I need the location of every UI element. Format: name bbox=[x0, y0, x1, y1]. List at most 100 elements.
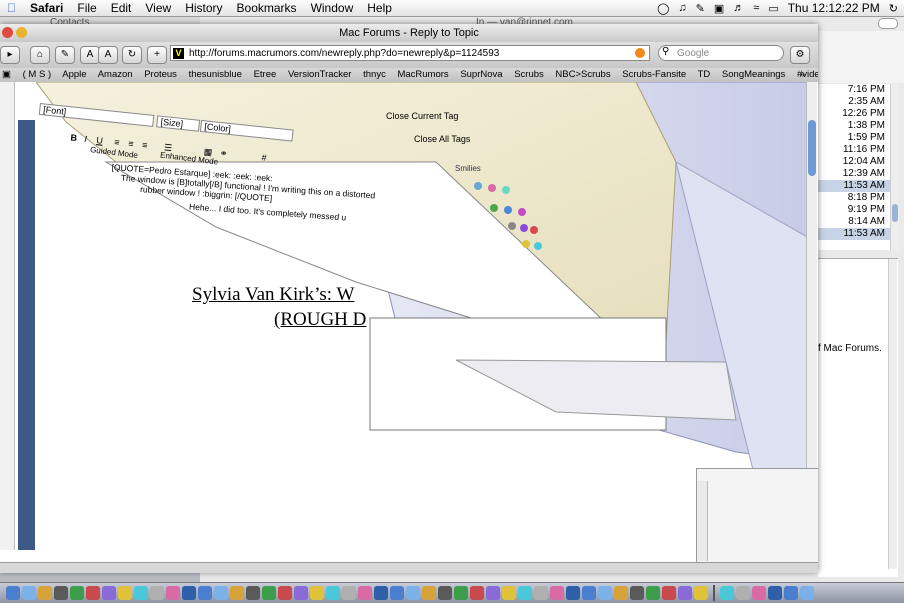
text-smaller-button[interactable]: A bbox=[80, 46, 100, 64]
dock-app-icon[interactable] bbox=[752, 586, 766, 600]
menu-view[interactable]: View bbox=[138, 1, 178, 15]
chat-icon[interactable]: ◯ bbox=[657, 2, 669, 15]
bookmark-item[interactable]: NBC>Scrubs bbox=[555, 69, 610, 80]
bookmark-item[interactable]: Amazon bbox=[98, 69, 133, 80]
bookmark-item[interactable]: SongMeanings bbox=[722, 69, 785, 80]
dock-app-icon[interactable] bbox=[214, 586, 228, 600]
dock-app-icon[interactable] bbox=[768, 586, 782, 600]
back-button[interactable]: ▸ bbox=[0, 46, 20, 64]
bookmark-item[interactable]: thnyc bbox=[363, 69, 386, 80]
menu-file[interactable]: File bbox=[70, 1, 103, 15]
align-left-icon[interactable]: ≡ bbox=[114, 137, 120, 147]
bookmark-item[interactable]: Apple bbox=[62, 69, 86, 80]
content-vertical-scrollbar[interactable] bbox=[806, 82, 817, 522]
bookmark-item[interactable]: SuprNova bbox=[460, 69, 502, 80]
bookmark-item[interactable]: thesunisblue bbox=[189, 69, 242, 80]
list-item[interactable]: 12:26 PM bbox=[813, 108, 899, 120]
bookmark-item[interactable]: ( M S ) bbox=[23, 69, 52, 80]
menu-safari[interactable]: Safari bbox=[23, 1, 70, 15]
volume-icon[interactable]: ♬ bbox=[733, 2, 744, 14]
bookmark-item[interactable]: Scrubs-Fansite bbox=[622, 69, 686, 80]
list-item[interactable]: 1:59 PM bbox=[813, 132, 899, 144]
dock-app-icon[interactable] bbox=[182, 586, 196, 600]
script-icon[interactable]: ✎ bbox=[696, 2, 705, 15]
headphones-icon[interactable]: ♫ bbox=[678, 2, 686, 14]
close-button[interactable] bbox=[2, 27, 13, 38]
dock-app-icon[interactable] bbox=[438, 586, 452, 600]
list-item[interactable]: 2:35 AM bbox=[813, 96, 899, 108]
bookmark-item[interactable]: TD bbox=[698, 69, 711, 80]
battery-icon[interactable]: ▭ bbox=[768, 2, 778, 15]
smiley-icon[interactable] bbox=[504, 206, 512, 214]
dock-app-icon[interactable] bbox=[358, 586, 372, 600]
mail-search-field[interactable] bbox=[878, 18, 898, 29]
dock-app-icon[interactable] bbox=[422, 586, 436, 600]
dock-app-icon[interactable] bbox=[310, 586, 324, 600]
dock-app-icon[interactable] bbox=[54, 586, 68, 600]
window-titlebar[interactable]: Mac Forums - Reply to Topic bbox=[0, 24, 818, 42]
dock-app-icon[interactable] bbox=[262, 586, 276, 600]
dock-app-icon[interactable] bbox=[326, 586, 340, 600]
dock-app-icon[interactable] bbox=[198, 586, 212, 600]
search-field[interactable]: Google bbox=[658, 45, 784, 61]
dock-app-icon[interactable] bbox=[374, 586, 388, 600]
underline-button[interactable]: U bbox=[96, 135, 104, 146]
bookmarks-icon[interactable]: ▣ bbox=[2, 69, 11, 80]
dock-app-icon[interactable] bbox=[662, 586, 676, 600]
list-item[interactable]: 12:04 AM bbox=[813, 156, 899, 168]
smilies-panel[interactable] bbox=[470, 182, 542, 252]
reload-button[interactable]: ↻ bbox=[122, 46, 142, 64]
menu-history[interactable]: History bbox=[178, 1, 229, 15]
smiley-icon[interactable] bbox=[518, 208, 526, 216]
menu-help[interactable]: Help bbox=[360, 1, 399, 15]
dock-app-icon[interactable] bbox=[582, 586, 596, 600]
dock-app-icon[interactable] bbox=[294, 586, 308, 600]
dock-app-icon[interactable] bbox=[486, 586, 500, 600]
apple-menu-icon[interactable]:  bbox=[0, 1, 23, 15]
menu-clock[interactable]: Thu 12:12:22 PM bbox=[788, 1, 880, 15]
close-all-tags-button[interactable]: Close All Tags bbox=[414, 134, 470, 144]
smiley-icon[interactable] bbox=[530, 226, 538, 234]
bold-button[interactable]: B bbox=[70, 132, 78, 143]
smiley-icon[interactable] bbox=[508, 222, 516, 230]
font-select[interactable]: [Font] bbox=[38, 103, 155, 127]
bookmark-item[interactable]: MacRumors bbox=[397, 69, 448, 80]
dock-app-icon[interactable] bbox=[38, 586, 52, 600]
close-current-tag-button[interactable]: Close Current Tag bbox=[386, 111, 458, 121]
dock-app-icon[interactable] bbox=[230, 586, 244, 600]
dock-app-icon[interactable] bbox=[86, 586, 100, 600]
menu-bookmarks[interactable]: Bookmarks bbox=[230, 1, 304, 15]
wifi-icon[interactable]: ≈ bbox=[753, 2, 759, 14]
bookmark-item[interactable]: Etree bbox=[254, 69, 277, 80]
align-center-icon[interactable]: ≡ bbox=[128, 138, 134, 148]
list-item[interactable]: 1:38 PM bbox=[813, 120, 899, 132]
bookmark-item[interactable]: VersionTracker bbox=[288, 69, 352, 80]
dock-app-icon[interactable] bbox=[454, 586, 468, 600]
dock-app-icon[interactable] bbox=[646, 586, 660, 600]
dock-app-icon[interactable] bbox=[614, 586, 628, 600]
link-icon[interactable]: ⚭ bbox=[219, 148, 228, 160]
dock-app-icon[interactable] bbox=[278, 586, 292, 600]
menu-window[interactable]: Window bbox=[304, 1, 361, 15]
smiley-icon[interactable] bbox=[474, 182, 482, 190]
dock-app-icon[interactable] bbox=[246, 586, 260, 600]
preview-scrollbar[interactable] bbox=[888, 259, 897, 569]
menu-edit[interactable]: Edit bbox=[104, 1, 139, 15]
fragment-scrollbar[interactable] bbox=[697, 481, 708, 561]
dock-app-icon[interactable] bbox=[720, 586, 734, 600]
dock-app-icon[interactable] bbox=[678, 586, 692, 600]
dock-app-icon[interactable] bbox=[630, 586, 644, 600]
text-larger-button[interactable]: A bbox=[98, 46, 118, 64]
dock-app-icon[interactable] bbox=[22, 586, 36, 600]
dock-app-icon[interactable] bbox=[736, 586, 750, 600]
message-list[interactable]: 7:16 PM 2:35 AM 12:26 PM 1:38 PM 1:59 PM… bbox=[812, 84, 899, 250]
dock-app-icon[interactable] bbox=[150, 586, 164, 600]
smiley-icon[interactable] bbox=[488, 184, 496, 192]
bug-icon[interactable]: ⚙ bbox=[790, 46, 810, 64]
smiley-icon[interactable] bbox=[534, 242, 542, 250]
minimize-button[interactable] bbox=[16, 27, 27, 38]
list-item[interactable]: 8:14 AM bbox=[813, 216, 899, 228]
dock-app-icon[interactable] bbox=[406, 586, 420, 600]
list-item-selected[interactable]: 11:53 AM bbox=[813, 228, 899, 240]
italic-button[interactable]: I bbox=[84, 134, 88, 144]
